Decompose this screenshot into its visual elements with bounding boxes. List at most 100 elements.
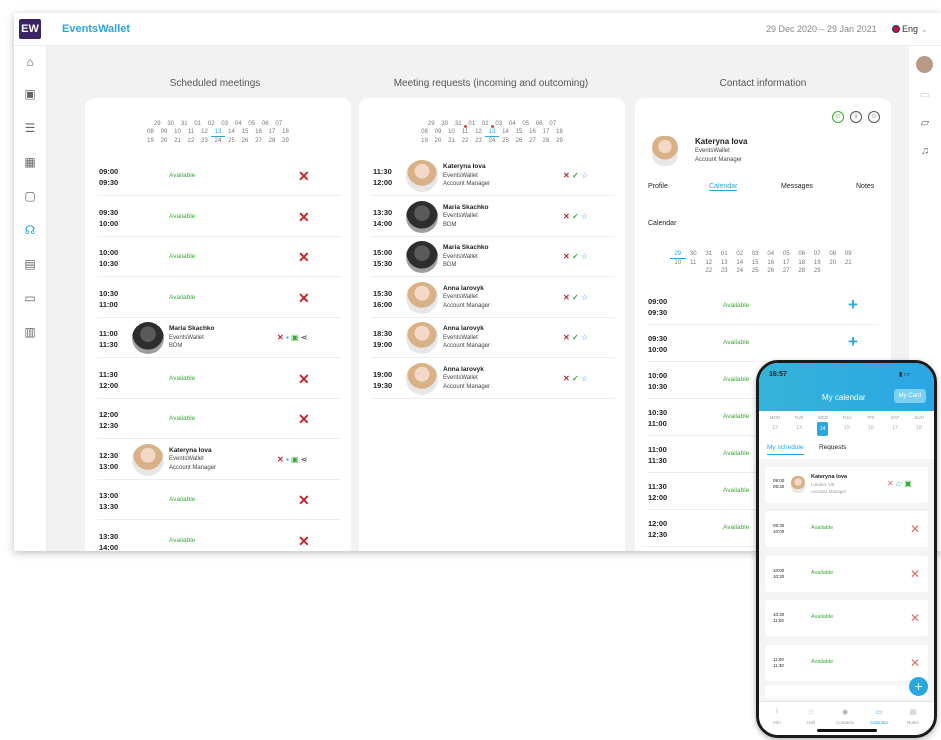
phone-day[interactable]: 16 bbox=[861, 425, 881, 431]
phone-day[interactable]: 14 bbox=[817, 422, 828, 436]
tab-calendar[interactable]: Calendar bbox=[709, 183, 738, 191]
cancel-slot-icon[interactable]: ✕ bbox=[910, 612, 920, 624]
cancel-slot-icon[interactable]: ✕ bbox=[298, 412, 310, 426]
calendar-day[interactable]: 13 bbox=[211, 128, 225, 137]
cancel-slot-icon[interactable]: ✕ bbox=[298, 250, 310, 264]
contacts-icon[interactable]: ▢ bbox=[22, 188, 38, 204]
language-selector[interactable]: Eng ⌄ bbox=[892, 24, 928, 35]
nav-notes[interactable]: Notes bbox=[898, 720, 928, 725]
calendar-day[interactable]: 23 bbox=[717, 267, 733, 275]
schedule-row[interactable]: 12:00 12:30 Available ✕ bbox=[97, 399, 341, 439]
calendar-day[interactable]: 30 bbox=[164, 120, 178, 128]
decline-icon[interactable]: ✕ bbox=[563, 252, 572, 261]
bell-icon[interactable]: ♫ bbox=[918, 144, 932, 158]
accept-icon[interactable]: ✓ bbox=[572, 293, 581, 302]
calendar-day[interactable]: 10 bbox=[670, 259, 686, 267]
calendar-day[interactable]: 29 bbox=[279, 137, 293, 145]
calendar-day[interactable]: 26 bbox=[763, 267, 779, 275]
accept-icon[interactable]: ✓ bbox=[572, 252, 581, 261]
calendar-day[interactable]: 25 bbox=[748, 267, 764, 275]
calendar-day[interactable]: 12 bbox=[198, 128, 212, 136]
calendar-day[interactable]: 12 bbox=[472, 128, 486, 136]
calendar-day[interactable]: 27 bbox=[779, 267, 795, 275]
schedule-row[interactable]: 11:30 12:00 Available ✕ bbox=[97, 359, 341, 399]
favorite-icon[interactable]: ☆ bbox=[581, 212, 588, 221]
schedule-row[interactable]: 13:30 14:00 Available ✕ bbox=[97, 521, 341, 552]
phone-slot-row[interactable]: 10:00 10:30 Available ✕ bbox=[765, 555, 928, 592]
my-card-button[interactable]: My Card bbox=[894, 389, 926, 403]
calendar-day[interactable]: 02 bbox=[479, 120, 493, 128]
accept-icon[interactable]: ✓ bbox=[572, 171, 581, 180]
calendar-day[interactable]: 06 bbox=[259, 120, 273, 128]
phone-day[interactable]: 12 bbox=[765, 425, 785, 431]
phone-day[interactable]: 13 bbox=[789, 425, 809, 431]
meetings-icon[interactable]: ☊ bbox=[14, 216, 47, 244]
calendar-day[interactable]: 28 bbox=[265, 137, 279, 145]
decline-icon[interactable]: ✕ bbox=[563, 293, 572, 302]
phone-day[interactable]: 15 bbox=[837, 425, 857, 431]
decline-icon[interactable]: ✕ bbox=[887, 479, 894, 488]
document-icon[interactable]: ▭ bbox=[22, 290, 38, 306]
calendar-day[interactable]: 19 bbox=[810, 259, 826, 267]
calendar-day[interactable]: 11 bbox=[458, 125, 472, 136]
home-icon[interactable]: ⌂ bbox=[22, 54, 38, 70]
calendar-day[interactable]: 02 bbox=[205, 120, 219, 128]
cancel-slot-icon[interactable]: ✕ bbox=[298, 372, 310, 386]
calendar-day[interactable]: 07 bbox=[272, 120, 286, 128]
info-icon[interactable]: i bbox=[762, 708, 792, 715]
calendar-day[interactable]: 10 bbox=[171, 128, 185, 136]
add-slot-icon[interactable]: + bbox=[848, 296, 858, 313]
calendar-day[interactable]: 14 bbox=[499, 128, 513, 136]
calendar-day[interactable]: 03 bbox=[748, 250, 764, 258]
calendar-day[interactable]: 18 bbox=[794, 259, 810, 267]
notes-icon[interactable]: ▤ bbox=[898, 708, 928, 716]
calendar-day[interactable]: 30 bbox=[686, 250, 702, 258]
calendar-day[interactable]: 24 bbox=[211, 137, 225, 145]
chat-icon[interactable]: ☺ bbox=[832, 111, 844, 123]
calendar-day[interactable]: 09 bbox=[431, 128, 445, 136]
calendar-day[interactable]: 27 bbox=[252, 137, 266, 145]
calendar-day[interactable]: 19 bbox=[418, 137, 432, 145]
calendar-day[interactable]: 28 bbox=[539, 137, 553, 145]
calendar-day[interactable]: 25 bbox=[225, 137, 239, 145]
cancel-slot-icon[interactable]: ✕ bbox=[298, 493, 310, 507]
chat-icon[interactable]: ▱ bbox=[894, 479, 902, 488]
calendar-day[interactable]: 31 bbox=[178, 120, 192, 128]
calendar-day[interactable]: 01 bbox=[717, 250, 733, 258]
exhibitors-icon[interactable]: ▤ bbox=[22, 256, 38, 272]
calendar-icon[interactable]: ▭ bbox=[918, 88, 932, 102]
video-icon[interactable]: ▣ bbox=[291, 455, 301, 464]
calendar-day[interactable]: 08 bbox=[144, 128, 158, 136]
schedule-row[interactable]: 10:00 10:30 Available ✕ bbox=[97, 237, 341, 277]
calendar-day[interactable]: 25 bbox=[499, 137, 513, 145]
calendar-day[interactable]: 13 bbox=[717, 259, 733, 267]
accept-icon[interactable]: ✓ bbox=[572, 212, 581, 221]
cancel-slot-icon[interactable]: ✕ bbox=[910, 523, 920, 535]
nav-contacts[interactable]: Contacts bbox=[830, 720, 860, 725]
cancel-slot-icon[interactable]: ✕ bbox=[298, 210, 310, 224]
calendar-day[interactable]: 27 bbox=[526, 137, 540, 145]
calendar-day[interactable]: 22 bbox=[701, 267, 717, 275]
phone-meeting-row[interactable]: 09:00 09:30 Kateryna Iova London, UK Acco… bbox=[765, 467, 928, 503]
decline-icon[interactable]: ✕ bbox=[563, 333, 572, 342]
calendar-day[interactable]: 19 bbox=[144, 137, 158, 145]
accept-icon[interactable]: ✓ bbox=[572, 374, 581, 383]
request-row[interactable]: 13:30 14:00 Maria Skachko EventsWallet BDM ✕ … bbox=[371, 197, 615, 237]
list-icon[interactable]: ☰ bbox=[22, 120, 38, 136]
calendar-day[interactable]: 15 bbox=[238, 128, 252, 136]
tab-requests[interactable]: Requests bbox=[819, 444, 846, 451]
contact-slot-row[interactable]: 09:00 09:30 Available + bbox=[647, 288, 879, 325]
phone-day[interactable]: 18 bbox=[909, 425, 929, 431]
share-icon[interactable]: ⋖ bbox=[301, 333, 308, 342]
calendar-day[interactable]: 29 bbox=[810, 267, 826, 275]
tab-profile[interactable]: Profile bbox=[648, 183, 668, 190]
calendar-day[interactable]: 23 bbox=[198, 137, 212, 145]
calendar-day[interactable]: 11 bbox=[184, 128, 198, 136]
decline-icon[interactable]: ✕ bbox=[277, 455, 286, 464]
calendar-day[interactable]: 01 bbox=[465, 120, 479, 128]
calendar-day[interactable]: 30 bbox=[438, 120, 452, 128]
calendar-day[interactable]: 08 bbox=[418, 128, 432, 136]
favorite-icon[interactable]: ☆ bbox=[581, 374, 588, 383]
calendar-day[interactable]: 10 bbox=[445, 128, 459, 136]
request-row[interactable]: 11:30 12:00 Kateryna Iova EventsWallet Accou… bbox=[371, 156, 615, 196]
